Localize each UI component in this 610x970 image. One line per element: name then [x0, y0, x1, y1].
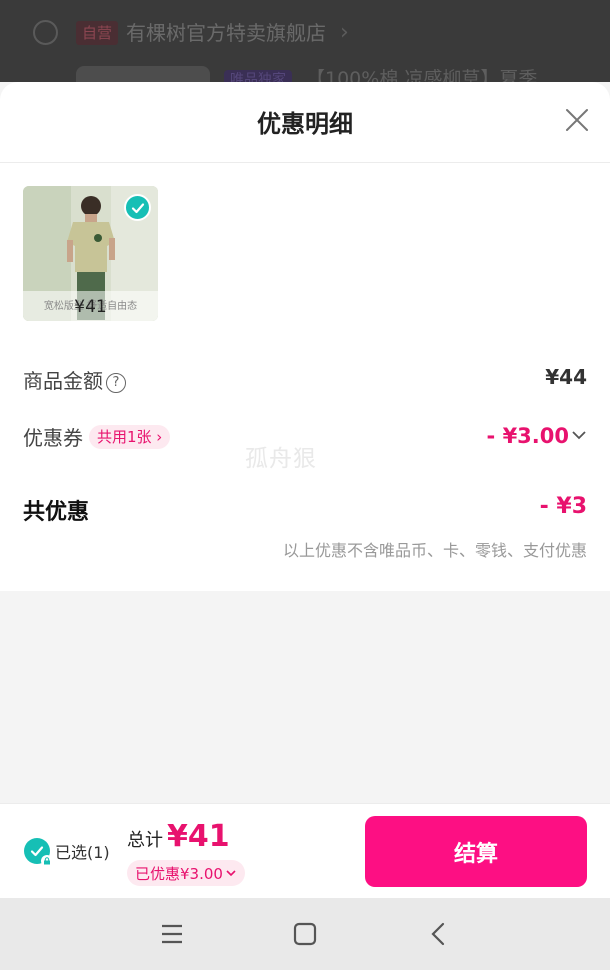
select-all-toggle[interactable]: 已选(1) [24, 838, 110, 867]
product-thumbnail [76, 66, 210, 82]
chevron-right-icon: › [340, 20, 349, 45]
chevron-down-icon [225, 860, 237, 886]
coupon-label: 优惠券 [23, 426, 83, 450]
total-discount-row: 共优惠 - ¥3 [23, 494, 587, 526]
back-icon[interactable] [423, 920, 453, 948]
checkout-button[interactable]: 结算 [365, 816, 587, 887]
amount-row: 商品金额? ¥44 [23, 365, 587, 395]
total-price: ¥41 [167, 819, 230, 854]
discount-note: 以上优惠不含唯品币、卡、零钱、支付优惠 [282, 541, 587, 560]
lock-icon [41, 855, 53, 867]
total-block: 总计 ¥41 [127, 819, 230, 854]
total-label: 总计 [127, 830, 163, 851]
sheet-body: 宽松版型 舒适自由态 ¥41 商品金额? ¥44 优惠券 共用1张 › - ¥3.… [0, 163, 610, 591]
watermark: 孤舟狠 [245, 446, 317, 472]
coupon-value[interactable]: - ¥3.00 [487, 422, 587, 448]
discount-detail-sheet: 优惠明细 宽松版型 舒适自由态 ¥41 商品金额 ? ¥44 优惠券 共用1张 … [0, 82, 610, 898]
saved-amount-text: 已优惠¥3.00 [135, 865, 223, 883]
total-discount-label: 共优惠 [23, 500, 90, 525]
selected-count: 已选(1) [55, 843, 110, 862]
coupon-count-chip[interactable]: 共用1张 › [89, 425, 171, 449]
checkout-bar: 已选(1) 总计 ¥41 已优惠¥3.00 结算 [0, 803, 610, 899]
sheet-title: 优惠明细 [257, 110, 353, 138]
store-name: 有棵树官方特卖旗舰店 [126, 21, 326, 45]
chevron-down-icon [571, 422, 587, 446]
home-icon[interactable] [290, 920, 320, 948]
check-circle-icon [24, 838, 53, 867]
amount-value: ¥44 [545, 365, 587, 389]
sheet-header: 优惠明细 [0, 82, 610, 163]
product-price: ¥41 [74, 297, 107, 317]
coupon-value-text: - ¥3.00 [486, 424, 569, 448]
menu-icon[interactable] [157, 920, 187, 948]
total-discount-value: - ¥3 [539, 494, 587, 519]
saved-amount-chip[interactable]: 已优惠¥3.00 [127, 860, 245, 886]
system-nav-bar [0, 898, 610, 970]
radio-icon [33, 20, 58, 45]
amount-label: 商品金额 [23, 369, 103, 393]
close-icon[interactable] [564, 107, 590, 133]
exclusive-badge: 唯品独家 [224, 70, 292, 82]
background-page: 自营 有棵树官方特卖旗舰店 › 唯品独家 【100%棉 凉感柳草】夏季 [0, 0, 610, 82]
self-operated-tag: 自营 [76, 21, 119, 45]
help-icon[interactable]: ? [106, 373, 126, 393]
selected-check-icon [124, 194, 151, 221]
product-card[interactable]: 宽松版型 舒适自由态 ¥41 [23, 186, 158, 321]
product-title: 【100%棉 凉感柳草】夏季 [306, 68, 538, 82]
